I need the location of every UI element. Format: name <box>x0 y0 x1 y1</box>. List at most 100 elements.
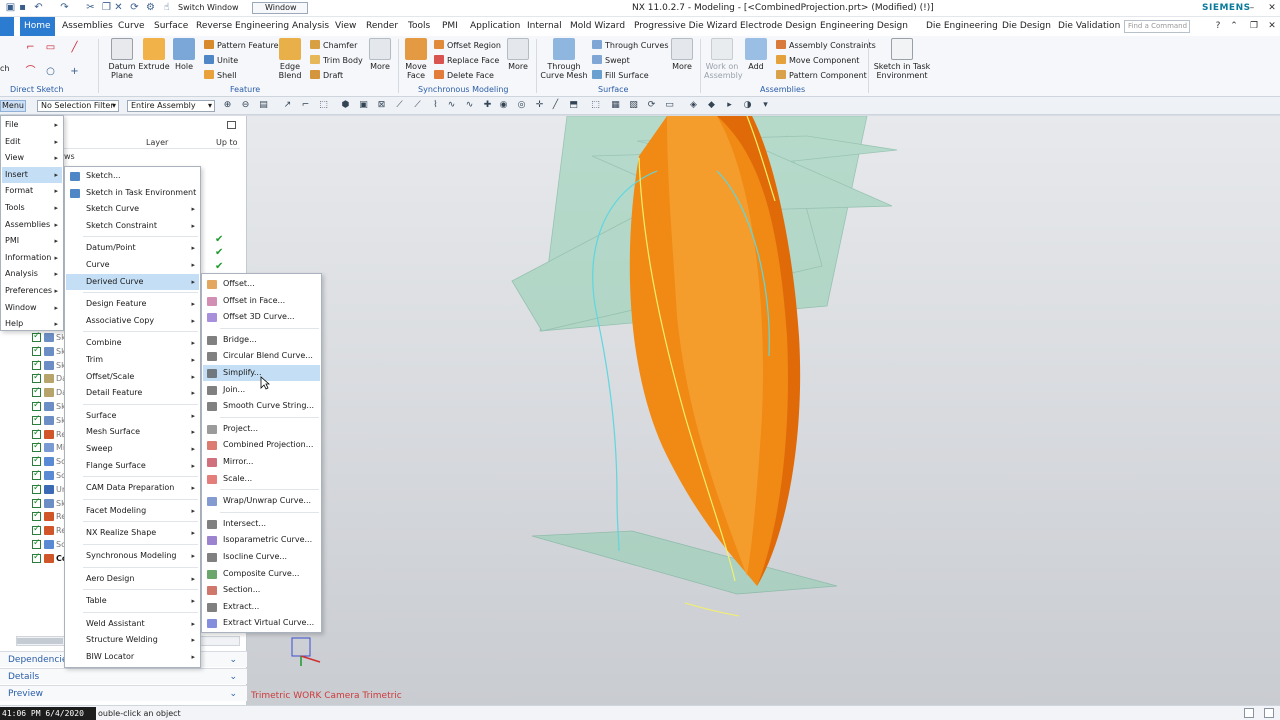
datum-plane-button[interactable]: Datum Plane <box>104 38 140 80</box>
insert-item-detail-feature[interactable]: Detail Feature ▸ <box>66 385 199 401</box>
filter-icon[interactable]: ⊠ <box>376 100 387 111</box>
expand-ribbon-icon[interactable]: ⌃ <box>1228 20 1240 32</box>
visibility-checkbox[interactable] <box>32 400 41 411</box>
draft-button[interactable]: Draft <box>310 69 343 82</box>
file-tab[interactable] <box>0 17 14 36</box>
derived-item-offset[interactable]: Offset... <box>203 276 320 292</box>
tab-render[interactable]: Render <box>366 17 398 36</box>
menu-item-help[interactable]: Help ▸ <box>2 316 62 332</box>
column-up-to[interactable]: Up to <box>216 136 238 149</box>
edit-section-icon[interactable]: ◆ <box>706 100 717 111</box>
menu-item-edit[interactable]: Edit ▸ <box>2 134 62 150</box>
tab-die-design[interactable]: Die Design <box>1002 17 1051 36</box>
derived-item-intersect[interactable]: Intersect... <box>203 516 320 532</box>
point-on-curve-icon[interactable]: ✛ <box>534 100 545 111</box>
background-icon[interactable]: ◑ <box>742 100 753 111</box>
tab-reverse-engineering[interactable]: Reverse Engineering <box>196 17 289 36</box>
line-icon[interactable]: ╱ <box>68 42 81 54</box>
point-icon[interactable]: + <box>68 66 81 78</box>
tab-view[interactable]: View <box>335 17 356 36</box>
tab-pmi[interactable]: PMI <box>442 17 458 36</box>
insert-item-weld-assistant[interactable]: Weld Assistant ▸ <box>66 616 199 632</box>
touch-mode-icon[interactable]: ☝ <box>160 2 173 14</box>
insert-item-facet-modeling[interactable]: Facet Modeling ▸ <box>66 503 199 519</box>
synchronous-more-button[interactable]: More <box>500 38 536 71</box>
menu-item-information[interactable]: Information ▸ <box>2 250 62 266</box>
assembly-constraints-button[interactable]: Assembly Constraints <box>776 39 876 52</box>
tab-tools[interactable]: Tools <box>408 17 430 36</box>
insert-item-table[interactable]: Table ▸ <box>66 593 199 609</box>
redo-icon[interactable]: ↷ <box>58 2 71 14</box>
derived-item-smooth-curve-string[interactable]: Smooth Curve String... <box>203 398 320 414</box>
accordion-details[interactable]: Details ⌄ <box>0 668 247 684</box>
derived-item-bridge[interactable]: Bridge... <box>203 332 320 348</box>
profile-icon[interactable]: ⌐ <box>24 42 37 54</box>
insert-item-sweep[interactable]: Sweep ▸ <box>66 441 199 457</box>
close-icon[interactable]: ✕ <box>1266 2 1278 14</box>
visibility-checkbox[interactable] <box>32 538 41 549</box>
tab-analysis[interactable]: Analysis <box>292 17 329 36</box>
solid-icon[interactable]: ▣ <box>358 100 369 111</box>
derived-item-extract[interactable]: Extract... <box>203 599 320 615</box>
visibility-checkbox[interactable] <box>32 428 41 439</box>
surface-more-button[interactable]: More <box>664 38 700 71</box>
menu-item-assemblies[interactable]: Assemblies ▸ <box>2 217 62 233</box>
pattern-feature-button[interactable]: Pattern Feature <box>204 39 279 52</box>
tab-die-validation[interactable]: Die Validation <box>1058 17 1120 36</box>
column-layer[interactable]: Layer <box>146 136 168 149</box>
visibility-checkbox[interactable] <box>32 552 41 563</box>
menu-item-analysis[interactable]: Analysis ▸ <box>2 266 62 282</box>
insert-item-sketch-constraint[interactable]: Sketch Constraint ▸ <box>66 218 199 234</box>
menu-item-insert[interactable]: Insert ▸ <box>2 166 62 183</box>
menu-item-tools[interactable]: Tools ▸ <box>2 200 62 216</box>
insert-item-nx-realize-shape[interactable]: NX Realize Shape ▸ <box>66 525 199 541</box>
visibility-checkbox[interactable] <box>32 455 41 467</box>
spline-icon[interactable]: ∿ <box>464 100 475 111</box>
visibility-checkbox[interactable] <box>32 441 41 453</box>
insert-item-sketch[interactable]: Sketch... <box>66 168 199 184</box>
visibility-checkbox[interactable] <box>32 524 41 536</box>
accordion-preview[interactable]: Preview ⌄ <box>0 685 247 701</box>
derived-item-wrap-unwrap-curve[interactable]: Wrap/Unwrap Curve... <box>203 493 320 509</box>
view-icon[interactable]: ⬢ <box>340 100 351 111</box>
derived-item-mirror[interactable]: Mirror... <box>203 454 320 470</box>
add-component-button[interactable]: Add <box>738 38 774 71</box>
tab-home[interactable]: Home <box>20 17 55 36</box>
fill-surface-button[interactable]: Fill Surface <box>592 69 649 82</box>
rotate-icon[interactable]: ⟳ <box>646 100 657 111</box>
menu-button[interactable]: Menu <box>0 100 26 112</box>
graphics-viewport[interactable]: Trimetric WORK Camera Trimetric <box>247 116 1280 705</box>
visibility-checkbox[interactable] <box>32 372 41 384</box>
restore-icon[interactable]: ❐ <box>1248 20 1260 32</box>
visibility-checkbox[interactable] <box>32 510 41 522</box>
circle-icon[interactable]: ○ <box>44 66 57 78</box>
insert-item-associative-copy[interactable]: Associative Copy ▸ <box>66 313 199 329</box>
zoom-icon[interactable]: ▦ <box>610 100 621 111</box>
visibility-checkbox[interactable] <box>32 386 41 398</box>
selection-scope-dropdown[interactable]: Entire Assembly <box>127 100 215 112</box>
visibility-checkbox[interactable] <box>32 483 41 494</box>
curve-snap-icon[interactable]: ⌇ <box>430 100 441 111</box>
tab-electrode-design[interactable]: Electrode Design <box>740 17 816 36</box>
derived-item-combined-projection[interactable]: Combined Projection... <box>203 437 320 453</box>
close-part-icon[interactable]: ✕ <box>1266 20 1278 32</box>
insert-item-mesh-surface[interactable]: Mesh Surface ▸ <box>66 424 199 440</box>
derived-item-composite-curve[interactable]: Composite Curve... <box>203 566 320 582</box>
menu-item-view[interactable]: View ▸ <box>2 150 62 166</box>
visibility-checkbox[interactable] <box>32 331 41 342</box>
derived-item-offset-3d-curve[interactable]: Offset 3D Curve... <box>203 309 320 325</box>
move-face-button[interactable]: Move Face <box>398 38 434 80</box>
visibility-checkbox[interactable] <box>32 469 41 480</box>
delete-icon[interactable]: ✕ <box>112 2 125 14</box>
help-icon[interactable]: ? <box>1212 20 1224 32</box>
insert-item-sketch-in-task-environment[interactable]: Sketch in Task Environment <box>66 185 199 201</box>
center-icon[interactable]: ◉ <box>498 100 509 111</box>
orient-view-icon[interactable]: ▸ <box>724 100 735 111</box>
sketch-in-task-environment-button[interactable]: Sketch in Task Environment <box>872 38 932 80</box>
tab-assemblies[interactable]: Assemblies <box>62 17 113 36</box>
arc-icon[interactable]: ⌒ <box>24 66 37 78</box>
tab-internal[interactable]: Internal <box>527 17 562 36</box>
tab-die-engineering[interactable]: Die Engineering <box>926 17 998 36</box>
menu-item-window[interactable]: Window ▸ <box>2 300 62 316</box>
through-curve-mesh-button[interactable]: Through Curve Mesh <box>540 38 588 80</box>
